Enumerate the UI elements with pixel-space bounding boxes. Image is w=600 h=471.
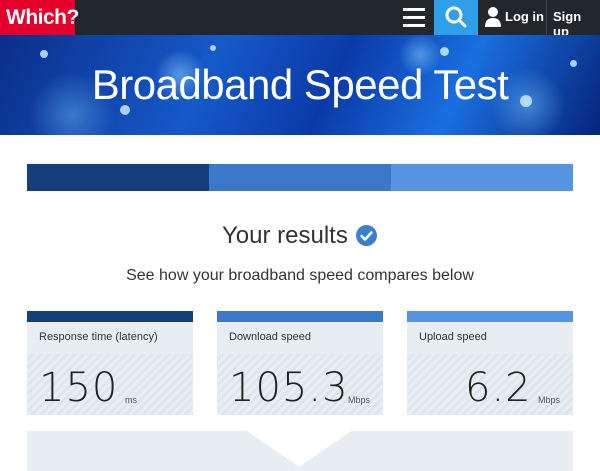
metric-value: 6.2 bbox=[465, 365, 532, 411]
search-button[interactable] bbox=[434, 0, 478, 35]
metric-unit: Mbps bbox=[348, 395, 371, 405]
check-icon bbox=[356, 225, 377, 246]
metric-header: Response time (latency) bbox=[27, 322, 193, 354]
results-card: Your results See how your broadband spee… bbox=[0, 135, 600, 471]
metric-unit: ms bbox=[125, 395, 137, 405]
progress-step-2 bbox=[209, 164, 391, 191]
hero-light-dot bbox=[440, 47, 449, 56]
metric-body: 150 ms bbox=[27, 354, 193, 415]
page-title: Broadband Speed Test bbox=[91, 61, 509, 108]
metric-header: Upload speed bbox=[407, 322, 573, 354]
metric-label: Upload speed bbox=[419, 331, 487, 343]
results-subtitle: See how your broadband speed compares be… bbox=[126, 267, 474, 284]
metric-value: 150 bbox=[39, 365, 119, 411]
panel-notch bbox=[247, 431, 351, 467]
user-icon bbox=[485, 7, 501, 27]
login-link[interactable]: Log in bbox=[480, 0, 546, 35]
metric-unit: Mbps bbox=[538, 395, 561, 405]
menu-icon-line bbox=[403, 24, 425, 27]
metric-body: 6.2 Mbps bbox=[407, 354, 573, 415]
results-title: Your results bbox=[222, 222, 348, 249]
comparison-panel bbox=[27, 431, 573, 471]
metric-accent-bar bbox=[27, 311, 193, 322]
hero-light-dot bbox=[210, 45, 216, 51]
search-icon bbox=[445, 6, 467, 28]
metric-label: Response time (latency) bbox=[39, 331, 158, 343]
metric-value: 105.3 bbox=[229, 365, 349, 411]
top-nav-bar: Which? Log in Sign up bbox=[0, 0, 600, 39]
hero-banner: Broadband Speed Test bbox=[0, 35, 600, 135]
metric-accent-bar bbox=[217, 311, 383, 322]
metric-header: Download speed bbox=[217, 322, 383, 354]
metric-label: Download speed bbox=[229, 331, 311, 343]
latency-metric: Response time (latency) 150 ms bbox=[27, 311, 193, 415]
progress-step-1 bbox=[27, 164, 209, 191]
upload-metric: Upload speed 6.2 Mbps bbox=[407, 311, 573, 415]
progress-bar bbox=[27, 164, 573, 191]
signup-link[interactable]: Sign up bbox=[546, 0, 600, 39]
hero-light-dot bbox=[40, 50, 48, 58]
download-metric: Download speed 105.3 Mbps bbox=[217, 311, 383, 415]
login-label: Log in bbox=[505, 9, 544, 24]
which-logo[interactable]: Which? bbox=[0, 0, 79, 35]
menu-icon-line bbox=[403, 8, 425, 11]
metric-body: 105.3 Mbps bbox=[217, 354, 383, 415]
menu-icon-line bbox=[403, 16, 425, 19]
progress-step-3 bbox=[391, 164, 573, 191]
metric-accent-bar bbox=[407, 311, 573, 322]
menu-button[interactable] bbox=[395, 0, 433, 35]
